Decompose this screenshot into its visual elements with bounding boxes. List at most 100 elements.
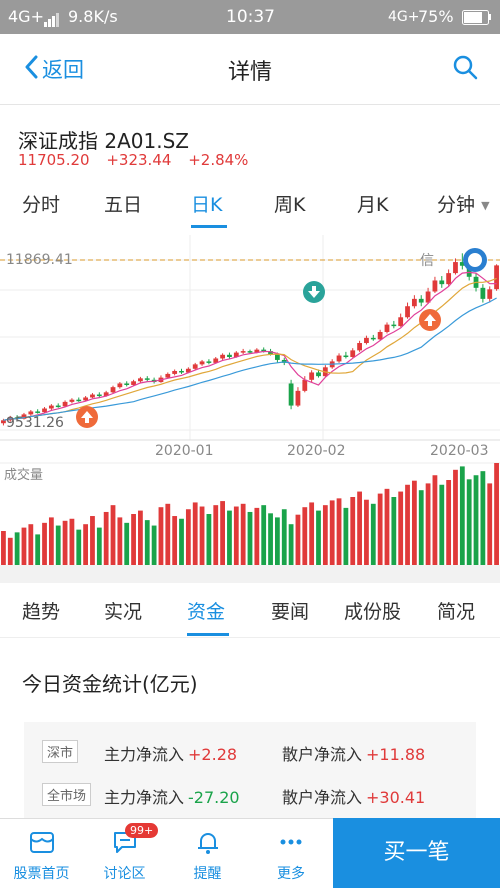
buy-signal-icon[interactable] bbox=[419, 309, 441, 331]
candle bbox=[275, 354, 280, 360]
volume-bar bbox=[151, 525, 157, 565]
buy-button[interactable]: 买一笔 bbox=[333, 818, 500, 888]
tab-trend[interactable]: 趋势 bbox=[22, 597, 60, 624]
tab-funds[interactable]: 资金 bbox=[187, 597, 225, 624]
period-tab-indicator bbox=[191, 225, 227, 228]
volume-bar bbox=[213, 505, 219, 565]
market-tag: 全市场 bbox=[42, 783, 92, 806]
candle bbox=[138, 378, 143, 382]
candle bbox=[405, 306, 410, 318]
volume-bar bbox=[48, 517, 54, 565]
tab-five-day[interactable]: 五日 bbox=[104, 190, 142, 217]
volume-bar bbox=[384, 488, 390, 565]
back-button[interactable]: 返回 bbox=[24, 54, 84, 84]
volume-bar bbox=[473, 475, 479, 565]
volume-bar bbox=[418, 490, 424, 565]
network-speed: 9.8K/s bbox=[68, 7, 118, 26]
retail-flow-label: 散户净流入 bbox=[282, 745, 363, 764]
candle bbox=[90, 394, 95, 398]
candle bbox=[432, 280, 438, 292]
volume-bar bbox=[275, 517, 280, 565]
network-indicator-2: 4G+ bbox=[388, 9, 420, 25]
tab-stock-home[interactable]: 股票首页 bbox=[0, 819, 83, 889]
candle bbox=[453, 262, 458, 274]
tab-live[interactable]: 实况 bbox=[104, 597, 142, 624]
volume-bar bbox=[446, 480, 452, 565]
main-flow-value: +2.28 bbox=[188, 745, 238, 764]
nav-bar: 返回 详情 bbox=[0, 34, 500, 105]
notification-badge: 99+ bbox=[125, 823, 159, 838]
volume-bar bbox=[124, 522, 130, 565]
volume-bar bbox=[14, 532, 20, 565]
tab-constituents[interactable]: 成份股 bbox=[344, 597, 401, 624]
volume-bar bbox=[42, 522, 47, 565]
volume-bar bbox=[322, 505, 328, 565]
candle bbox=[48, 405, 54, 409]
chevron-left-icon bbox=[24, 55, 38, 84]
signal-icon bbox=[44, 12, 60, 31]
volume-bar bbox=[432, 475, 438, 565]
battery-icon bbox=[462, 10, 492, 29]
tab-monthly-k[interactable]: 月K bbox=[357, 190, 388, 217]
candle bbox=[55, 405, 61, 408]
buy-signal-icon[interactable] bbox=[76, 406, 98, 428]
candle bbox=[172, 370, 178, 374]
volume-bar bbox=[247, 511, 253, 565]
kline-chart[interactable]: 11869.41 信 9531.26 2020-01 2020-02 2020-… bbox=[0, 235, 500, 565]
candle bbox=[247, 351, 253, 353]
candle bbox=[124, 383, 130, 385]
tab-minute[interactable]: 分钟 ▼ bbox=[437, 190, 490, 217]
candle bbox=[206, 361, 212, 363]
search-icon[interactable] bbox=[452, 54, 478, 84]
candle bbox=[391, 324, 397, 327]
tab-more[interactable]: 更多 bbox=[249, 819, 333, 889]
candle bbox=[377, 331, 383, 340]
volume-bar bbox=[439, 484, 445, 565]
clock: 10:37 bbox=[226, 7, 275, 27]
candle bbox=[35, 411, 41, 413]
current-position-marker[interactable] bbox=[463, 248, 487, 272]
volume-bar bbox=[316, 510, 321, 565]
candle bbox=[96, 394, 102, 397]
tab-profile[interactable]: 简况 bbox=[437, 597, 475, 624]
volume-bar bbox=[480, 471, 486, 565]
sell-signal-icon[interactable] bbox=[303, 281, 325, 303]
volume-bar bbox=[329, 500, 335, 565]
candle bbox=[220, 354, 225, 359]
tab-weekly-k[interactable]: 周K bbox=[274, 190, 305, 217]
volume-bar bbox=[343, 507, 349, 565]
volume-bar bbox=[350, 497, 356, 565]
volume-bar bbox=[131, 514, 136, 565]
tab-daily-k[interactable]: 日K bbox=[191, 190, 222, 217]
volume-bar bbox=[76, 529, 82, 565]
volume-bar bbox=[453, 469, 458, 565]
candle bbox=[302, 379, 308, 391]
tab-discussion[interactable]: 99+ 讨论区 bbox=[83, 819, 166, 889]
candle bbox=[165, 373, 171, 378]
main-flow-label: 主力净流入 bbox=[104, 745, 185, 764]
tab-intraday[interactable]: 分时 bbox=[22, 190, 60, 217]
volume-bar bbox=[240, 503, 246, 565]
volume-bar bbox=[309, 502, 315, 565]
volume-bar bbox=[199, 506, 205, 565]
fund-row: 深市 主力净流入 +2.28 散户净流入 +11.88 bbox=[24, 736, 476, 766]
volume-bar bbox=[494, 463, 499, 565]
volume-bar bbox=[220, 501, 225, 565]
fund-stats-title: 今日资金统计(亿元) bbox=[22, 672, 198, 696]
fund-stats-card: 深市 主力净流入 +2.28 散户净流入 +11.88 全市场 主力净流入 -27.2… bbox=[24, 722, 476, 822]
volume-bar bbox=[90, 516, 95, 565]
volume-bar bbox=[336, 498, 342, 565]
main-flow-label: 主力净流入 bbox=[104, 788, 185, 807]
info-tabs: 趋势 实况 资金 要闻 成份股 简况 bbox=[0, 583, 500, 638]
volume-bar bbox=[487, 483, 493, 565]
stock-change-pct: +2.84% bbox=[188, 151, 249, 169]
candle bbox=[357, 343, 362, 351]
tab-news[interactable]: 要闻 bbox=[271, 597, 309, 624]
tab-alerts[interactable]: 提醒 bbox=[166, 819, 249, 889]
volume-bar bbox=[192, 502, 198, 565]
candle bbox=[480, 287, 486, 299]
volume-bar bbox=[28, 524, 34, 565]
low-price-label: 9531.26 bbox=[6, 415, 64, 431]
volume-bar bbox=[459, 466, 465, 565]
candle bbox=[76, 399, 82, 402]
